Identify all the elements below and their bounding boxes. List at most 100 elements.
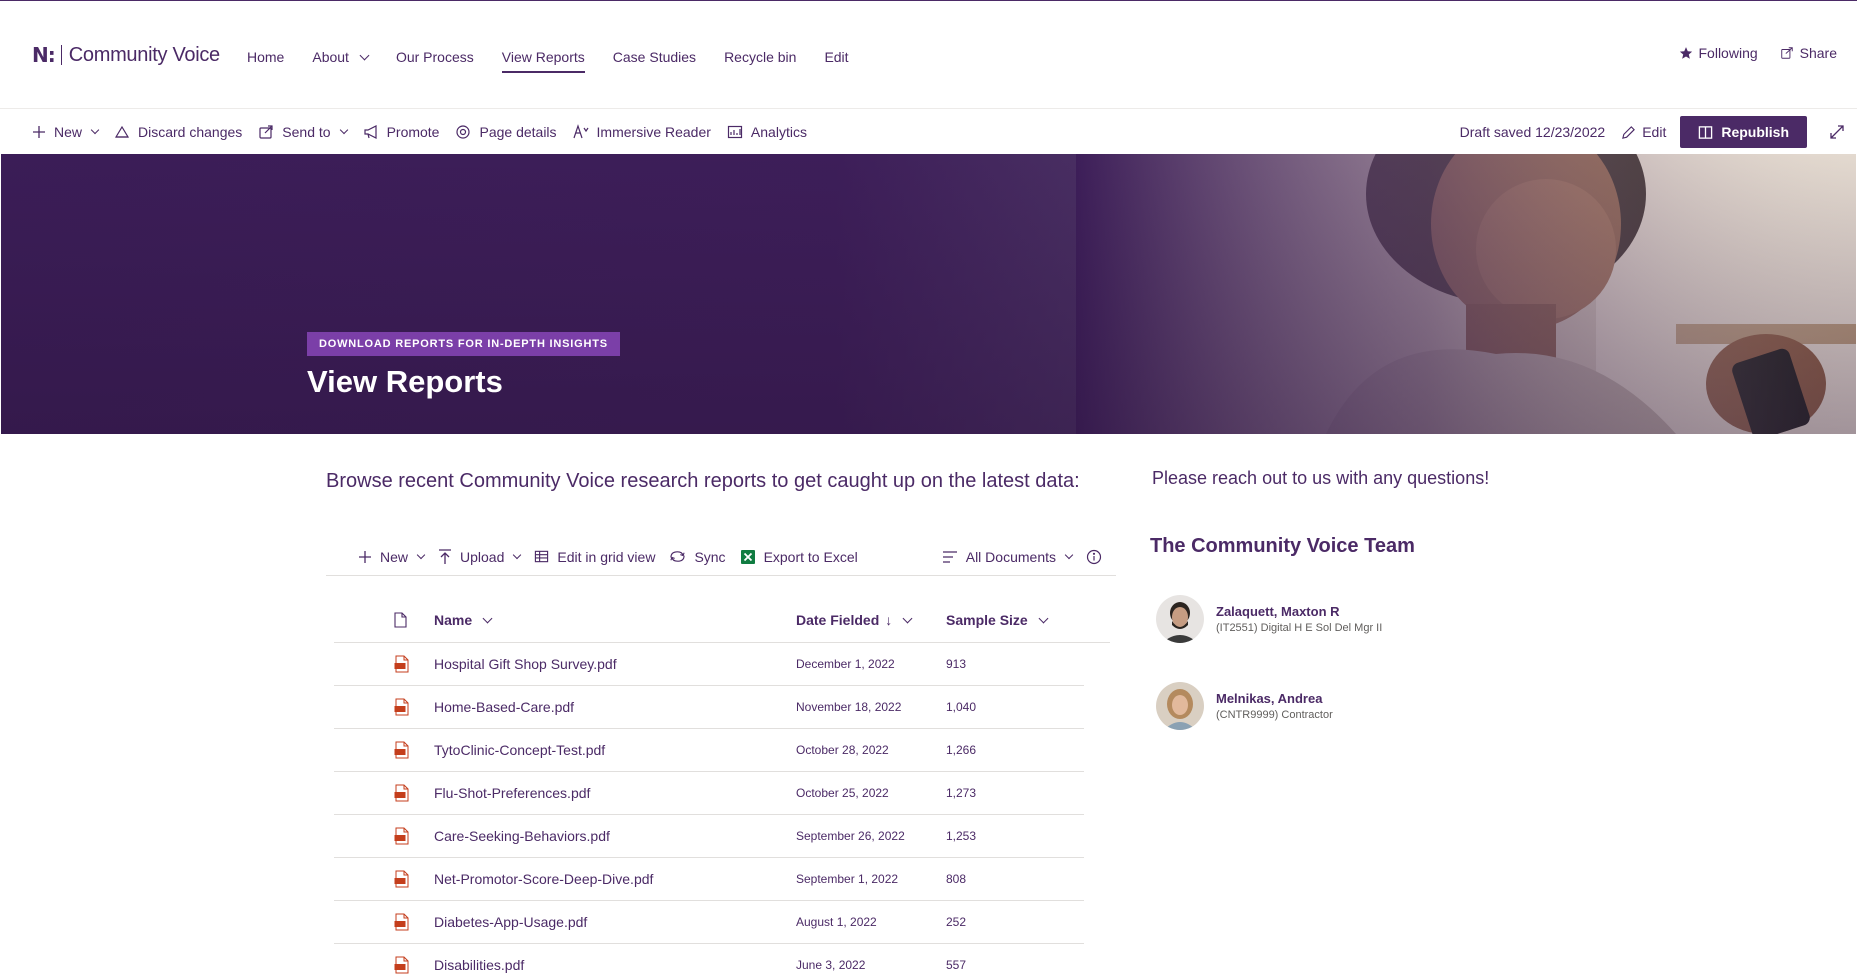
person-title: (CNTR9999) Contractor bbox=[1216, 709, 1333, 721]
new-button[interactable]: New bbox=[32, 124, 100, 140]
size-column-header[interactable]: Sample Size bbox=[946, 612, 1066, 628]
nav-home[interactable]: Home bbox=[247, 47, 284, 67]
file-name[interactable]: Diabetes-App-Usage.pdf bbox=[434, 914, 796, 930]
analytics-label: Analytics bbox=[750, 124, 807, 140]
table-row[interactable]: Diabetes-App-Usage.pdf August 1, 2022 252 bbox=[334, 901, 1084, 944]
file-type-cell bbox=[334, 655, 434, 673]
edit-button[interactable]: Edit bbox=[1621, 124, 1666, 140]
pdf-icon bbox=[394, 913, 409, 931]
promote-button[interactable]: Promote bbox=[363, 124, 440, 140]
table-row[interactable]: TytoClinic-Concept-Test.pdf October 28, 2… bbox=[334, 729, 1084, 772]
file-type-cell bbox=[334, 913, 434, 931]
table-body: Hospital Gift Shop Survey.pdf December 1,… bbox=[334, 643, 1110, 974]
file-name[interactable]: Care-Seeking-Behaviors.pdf bbox=[434, 828, 796, 844]
share-icon bbox=[1780, 47, 1793, 59]
edit-grid-view-button[interactable]: Edit in grid view bbox=[534, 549, 655, 565]
analytics-button[interactable]: Analytics bbox=[727, 124, 807, 140]
command-bar-right: Draft saved 12/23/2022 Edit Republish bbox=[1460, 110, 1845, 154]
discard-changes-button[interactable]: Discard changes bbox=[114, 124, 242, 140]
name-column-header[interactable]: Name bbox=[434, 612, 796, 628]
date-fielded: December 1, 2022 bbox=[796, 657, 895, 671]
file-type-cell bbox=[334, 784, 434, 802]
nav-view-reports[interactable]: View Reports bbox=[501, 47, 585, 73]
header-actions: Following Share bbox=[1657, 45, 1837, 61]
chevron-down-icon bbox=[416, 550, 426, 559]
plus-icon bbox=[359, 550, 371, 563]
view-selector[interactable]: All Documents bbox=[942, 549, 1074, 565]
file-type-column-header[interactable] bbox=[334, 612, 434, 628]
new-label: New bbox=[54, 124, 83, 140]
pdf-icon bbox=[394, 655, 409, 673]
file-name[interactable]: Home-Based-Care.pdf bbox=[434, 699, 796, 715]
pdf-icon bbox=[394, 784, 409, 802]
date-column-header[interactable]: Date Fielded ↓ bbox=[796, 612, 946, 628]
sync-button[interactable]: Sync bbox=[669, 549, 726, 565]
file-name[interactable]: Hospital Gift Shop Survey.pdf bbox=[434, 656, 796, 672]
promote-label: Promote bbox=[386, 124, 440, 140]
sample-size: 1,253 bbox=[946, 829, 977, 843]
export-excel-button[interactable]: Export to Excel bbox=[740, 549, 858, 565]
site-logo[interactable]: N: Community Voice bbox=[32, 43, 220, 67]
avatar bbox=[1156, 682, 1204, 730]
documents-table: Name Date Fielded ↓ Sample Size Hospital… bbox=[334, 598, 1110, 974]
table-row[interactable]: Hospital Gift Shop Survey.pdf December 1,… bbox=[334, 643, 1084, 686]
nav-case-studies[interactable]: Case Studies bbox=[613, 47, 696, 67]
library-toolbar-right: All Documents bbox=[942, 538, 1102, 576]
discard-icon bbox=[114, 125, 130, 138]
table-row[interactable]: Home-Based-Care.pdf November 18, 2022 1,04… bbox=[334, 686, 1084, 729]
share-button[interactable]: Share bbox=[1780, 45, 1837, 61]
grid-icon bbox=[535, 550, 549, 563]
republish-button[interactable]: Republish bbox=[1680, 116, 1807, 148]
person-name[interactable]: Zalaquett, Maxton R bbox=[1216, 604, 1382, 619]
date-fielded: October 25, 2022 bbox=[796, 786, 889, 800]
following-button[interactable]: Following bbox=[1679, 45, 1758, 61]
table-row[interactable]: Disabilities.pdf June 3, 2022 557 bbox=[334, 944, 1084, 974]
name-column-label: Name bbox=[434, 612, 473, 628]
table-row[interactable]: Flu-Shot-Preferences.pdf October 25, 2022… bbox=[334, 772, 1084, 815]
book-icon bbox=[1699, 125, 1713, 139]
page-details-button[interactable]: Page details bbox=[455, 124, 557, 140]
date-column-label: Date Fielded bbox=[796, 612, 880, 628]
pdf-icon bbox=[394, 956, 409, 974]
file-name[interactable]: TytoClinic-Concept-Test.pdf bbox=[434, 742, 796, 758]
share-label: Share bbox=[1799, 45, 1837, 61]
immersive-reader-button[interactable]: Immersive Reader bbox=[572, 124, 711, 140]
logo-divider bbox=[60, 45, 62, 65]
page-details-label: Page details bbox=[479, 124, 557, 140]
republish-label: Republish bbox=[1721, 124, 1789, 140]
table-row[interactable]: Care-Seeking-Behaviors.pdf September 26, … bbox=[334, 815, 1084, 858]
file-name[interactable]: Flu-Shot-Preferences.pdf bbox=[434, 785, 796, 801]
person-card[interactable]: Melnikas, Andrea (CNTR9999) Contractor bbox=[1156, 682, 1333, 730]
sample-size: 252 bbox=[946, 915, 967, 929]
following-label: Following bbox=[1698, 45, 1758, 61]
nav-recycle-bin[interactable]: Recycle bin bbox=[724, 47, 796, 67]
site-navigation: Home About Our Process View Reports Case… bbox=[247, 47, 877, 73]
date-fielded: June 3, 2022 bbox=[796, 958, 866, 972]
nav-edit[interactable]: Edit bbox=[824, 47, 848, 67]
size-column-label: Sample Size bbox=[946, 612, 1028, 628]
upload-button[interactable]: Upload bbox=[438, 549, 522, 565]
intro-text: Browse recent Community Voice research r… bbox=[326, 470, 1080, 492]
expand-icon[interactable] bbox=[1829, 124, 1845, 140]
nav-about[interactable]: About bbox=[312, 47, 370, 67]
person-name[interactable]: Melnikas, Andrea bbox=[1216, 691, 1333, 706]
file-name[interactable]: Net-Promotor-Score-Deep-Dive.pdf bbox=[434, 871, 796, 887]
plus-icon bbox=[33, 126, 45, 138]
discard-label: Discard changes bbox=[138, 124, 243, 140]
pdf-icon bbox=[394, 827, 409, 845]
chevron-down-icon bbox=[513, 550, 522, 559]
sample-size: 913 bbox=[946, 657, 967, 671]
sample-size: 1,266 bbox=[946, 743, 977, 757]
logo-mark: N: bbox=[32, 43, 56, 67]
list-view-icon bbox=[942, 551, 957, 563]
nav-about-label: About bbox=[312, 49, 349, 65]
file-name[interactable]: Disabilities.pdf bbox=[434, 957, 796, 973]
library-new-button[interactable]: New bbox=[358, 549, 426, 565]
send-to-button[interactable]: Send to bbox=[258, 124, 348, 140]
chevron-down-icon bbox=[359, 50, 370, 60]
person-card[interactable]: Zalaquett, Maxton R (IT2551) Digital H E… bbox=[1156, 595, 1382, 643]
table-row[interactable]: Net-Promotor-Score-Deep-Dive.pdf Septembe… bbox=[334, 858, 1084, 901]
chevron-down-icon bbox=[90, 125, 100, 135]
info-icon[interactable] bbox=[1086, 549, 1102, 565]
nav-our-process[interactable]: Our Process bbox=[396, 47, 474, 67]
